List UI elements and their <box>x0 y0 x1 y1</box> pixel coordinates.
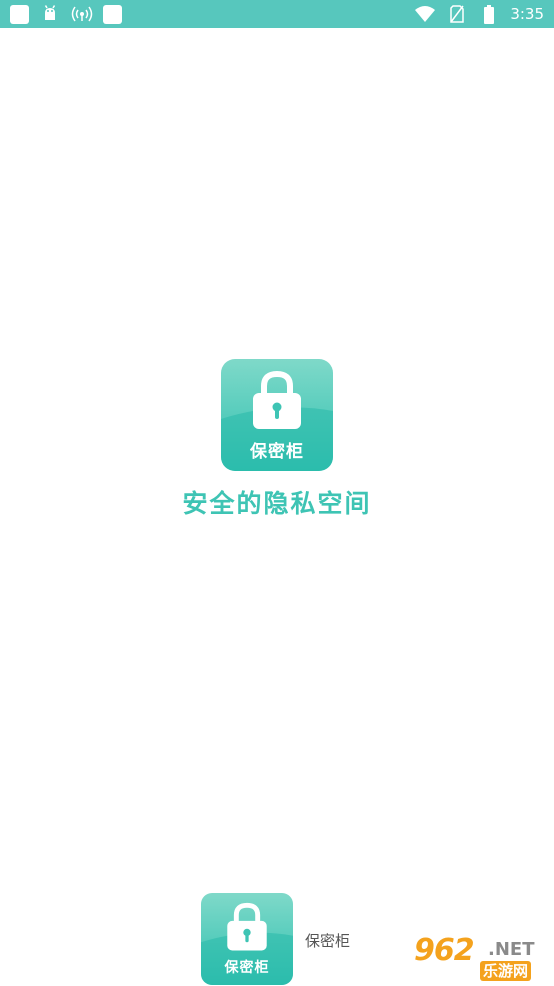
android-icon <box>39 4 61 24</box>
footer-app-name: 保密柜 <box>305 932 351 950</box>
watermark: 962 .NET 乐游网 <box>412 933 548 983</box>
footer-app-logo: 保密柜 <box>201 893 293 985</box>
battery-icon <box>478 4 500 24</box>
footer-logo-label: 保密柜 <box>224 960 270 976</box>
logo-label: 保密柜 <box>250 442 304 462</box>
notification-square-icon <box>10 4 29 24</box>
status-bar-system: 3:35 <box>414 4 544 24</box>
status-time: 3:35 <box>510 5 544 23</box>
watermark-number: 962 <box>414 933 475 968</box>
status-bar-notifications <box>10 4 122 24</box>
hotspot-icon <box>71 4 93 24</box>
watermark-domain: .NET <box>488 939 535 960</box>
watermark-site-name: 乐游网 <box>480 961 532 981</box>
status-bar: 3:35 <box>0 0 554 28</box>
no-sim-icon <box>446 4 468 24</box>
app-logo: 保密柜 <box>221 359 333 471</box>
tagline: 安全的隐私空间 <box>182 489 372 518</box>
wifi-icon <box>414 4 436 24</box>
notification-square-icon <box>103 4 122 24</box>
